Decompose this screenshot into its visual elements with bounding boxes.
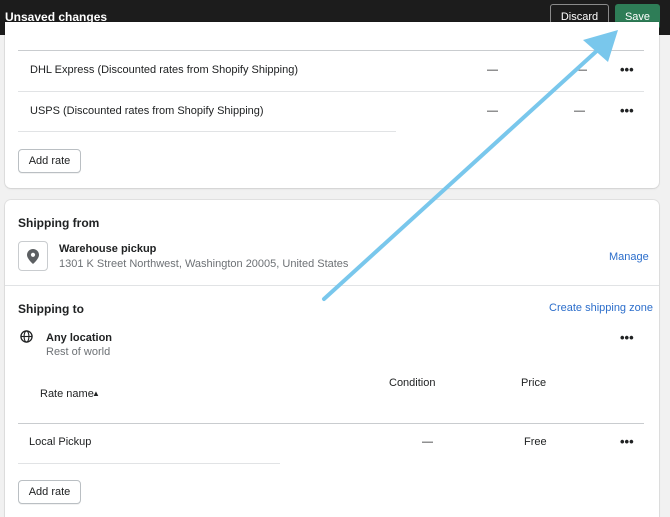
divider: [18, 463, 280, 464]
sort-ascending-icon[interactable]: ▲: [92, 389, 100, 398]
rate-name: Local Pickup: [29, 436, 92, 448]
divider: [18, 50, 644, 51]
rate-price: Free: [524, 436, 547, 448]
divider: [18, 91, 644, 92]
shipping-from-heading: Shipping from: [18, 216, 100, 230]
column-header-condition: Condition: [389, 377, 436, 389]
divider: [5, 285, 659, 286]
column-header-rate-name[interactable]: Rate name: [40, 388, 94, 400]
location-address: 1301 K Street Northwest, Washington 2000…: [59, 258, 349, 270]
add-rate-button[interactable]: Add rate: [18, 480, 81, 504]
rate-name: DHL Express (Discounted rates from Shopi…: [30, 64, 298, 76]
more-actions-icon[interactable]: •••: [620, 62, 634, 77]
zone-subtitle: Rest of world: [46, 346, 111, 358]
zone-name: Any location: [46, 332, 113, 344]
map-pin-icon: [27, 248, 39, 264]
rate-price: —: [576, 64, 587, 76]
divider: [18, 131, 396, 132]
more-actions-icon[interactable]: •••: [620, 434, 634, 449]
rate-condition: —: [422, 436, 433, 448]
rate-condition: —: [487, 64, 498, 76]
divider: [18, 423, 644, 424]
globe-icon: [20, 330, 33, 343]
location-icon-box: [18, 241, 48, 271]
rate-condition: —: [487, 105, 498, 117]
create-shipping-zone-link[interactable]: Create shipping zone: [549, 302, 653, 314]
more-actions-icon[interactable]: •••: [620, 103, 634, 118]
shipping-to-heading: Shipping to: [18, 302, 84, 316]
add-rate-button[interactable]: Add rate: [18, 149, 81, 173]
rate-name: USPS (Discounted rates from Shopify Ship…: [30, 105, 264, 117]
zone-more-actions-icon[interactable]: •••: [620, 330, 634, 345]
rate-price: —: [574, 105, 585, 117]
location-name: Warehouse pickup: [59, 243, 157, 255]
manage-link[interactable]: Manage: [609, 251, 649, 263]
column-header-price: Price: [521, 377, 547, 389]
